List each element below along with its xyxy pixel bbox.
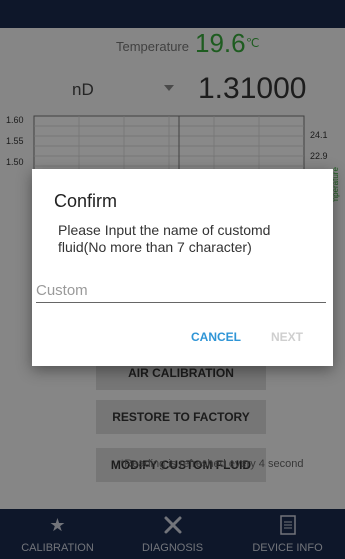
- next-button[interactable]: NEXT: [262, 325, 312, 349]
- dialog-title: Confirm: [54, 191, 118, 211]
- dialog-message: Please Input the name of customd fluid(N…: [58, 222, 271, 255]
- confirm-dialog: Confirm Please Input the name of customd…: [32, 169, 333, 366]
- cancel-button[interactable]: CANCEL: [186, 325, 246, 349]
- custom-fluid-name-input[interactable]: [36, 279, 326, 303]
